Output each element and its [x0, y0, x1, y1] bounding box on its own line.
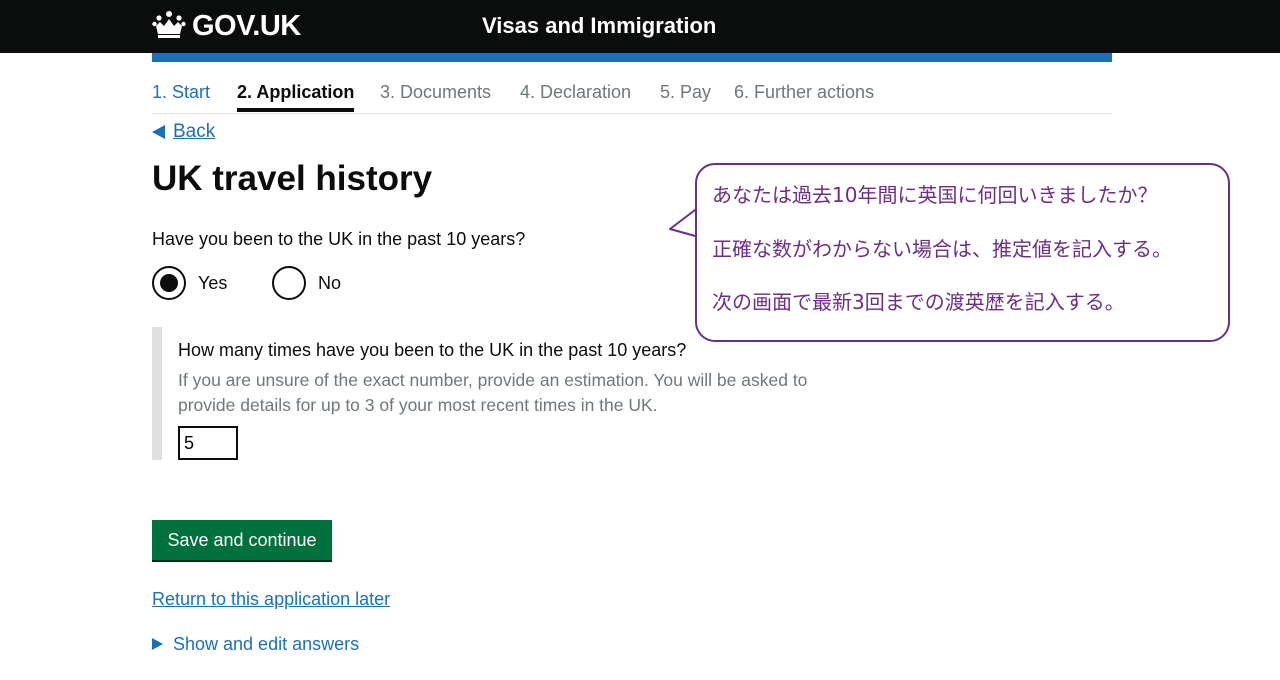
step-further-actions: 6. Further actions [734, 82, 875, 102]
times-input[interactable] [178, 426, 238, 460]
show-answers-label: Show and edit answers [173, 634, 360, 654]
radio-yes-circle[interactable] [152, 266, 186, 300]
radio-no[interactable]: No [272, 266, 341, 300]
callout-line-3: 次の画面で最新3回までの渡英歴を記入する。 [712, 290, 1125, 314]
step-pay: 5. Pay [660, 82, 712, 102]
govuk-header: GOV.UK Visas and Immigration [0, 0, 1280, 53]
travel-question: Have you been to the UK in the past 10 y… [152, 229, 526, 249]
service-name[interactable]: Visas and Immigration [482, 12, 716, 40]
radio-yes[interactable]: Yes [152, 266, 227, 300]
govuk-logo-link[interactable]: GOV.UK [152, 10, 301, 42]
crown-icon [152, 10, 186, 43]
step-navigation: 1. Start 2. Application 3. Documents 4. … [152, 80, 1112, 114]
step-start[interactable]: 1. Start [152, 80, 210, 104]
step-declaration: 4. Declaration [520, 82, 632, 102]
radio-no-circle[interactable] [272, 266, 306, 300]
step-documents: 3. Documents [380, 82, 492, 102]
annotation-callout: あなたは過去10年間に英国に何回いきましたか？ 正確な数がわからない場合は、推定… [695, 163, 1230, 342]
times-question: How many times have you been to the UK i… [178, 340, 687, 360]
radio-selected-dot [160, 274, 178, 292]
return-later-link[interactable]: Return to this application later [152, 587, 390, 611]
callout-line-2: 正確な数がわからない場合は、推定値を記入する。 [712, 237, 1172, 261]
step-application: 2. Application [237, 82, 355, 112]
header-blue-band [152, 53, 1112, 62]
show-answers-toggle[interactable]: Show and edit answers [152, 632, 359, 656]
callout-line-1: あなたは過去10年間に英国に何回いきましたか？ [712, 183, 1158, 207]
conditional-inset-bar [152, 327, 162, 460]
times-hint: If you are unsure of the exact number, p… [178, 370, 808, 415]
back-label: Back [173, 121, 216, 142]
page-title: UK travel history [152, 159, 433, 198]
save-and-continue-button[interactable]: Save and continue [152, 520, 332, 560]
expand-triangle-icon [152, 638, 163, 650]
logo-text: GOV.UK [192, 9, 301, 42]
back-arrow-icon [152, 125, 165, 139]
radio-no-label[interactable]: No [318, 273, 341, 294]
back-link[interactable]: Back [152, 120, 215, 144]
radio-yes-label[interactable]: Yes [198, 273, 227, 294]
